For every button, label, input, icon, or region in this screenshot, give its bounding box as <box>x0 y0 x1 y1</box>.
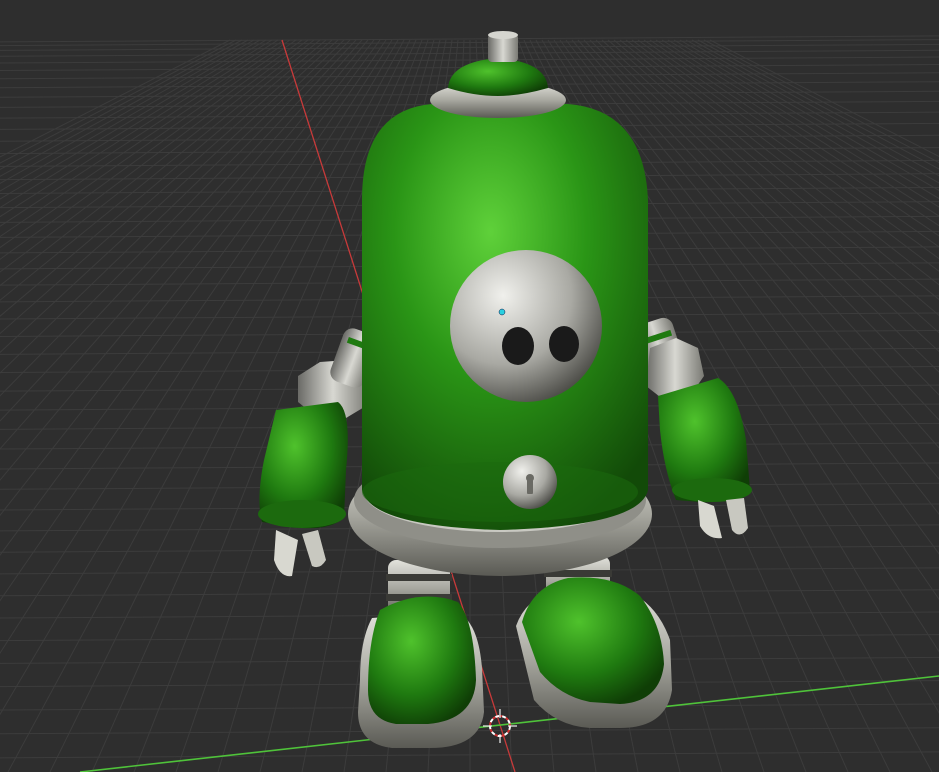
3d-viewport[interactable] <box>0 0 939 772</box>
left-eye <box>502 327 534 365</box>
chest-button[interactable] <box>503 455 557 509</box>
origin-point-icon <box>498 308 506 316</box>
antenna[interactable] <box>488 31 518 62</box>
face-sphere[interactable] <box>450 250 602 402</box>
left-foot[interactable] <box>358 596 484 748</box>
right-eye <box>549 326 579 362</box>
